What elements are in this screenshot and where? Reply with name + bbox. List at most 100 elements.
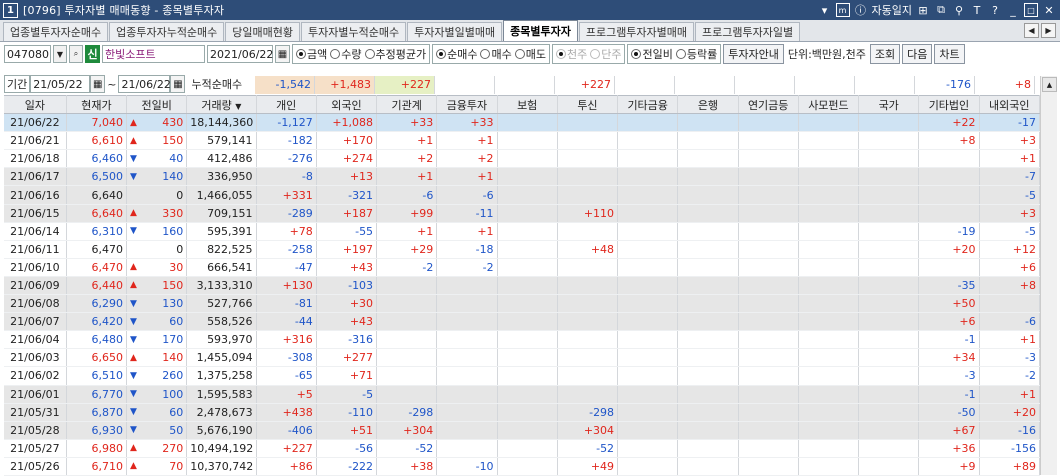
next-button[interactable]: 다음 (902, 44, 933, 64)
table-row[interactable]: 21/06/10 6,470 ▲ 30 666,541 -47 +43 -2 -2 +6 (4, 258, 1041, 277)
link-icon[interactable]: ⊞ (916, 3, 930, 17)
radio-avg-price[interactable]: 추정평균가 (364, 46, 426, 62)
tab-daily-trade[interactable]: 당일매매현황 (225, 22, 301, 41)
stock-code-input[interactable]: 047080 (4, 45, 51, 63)
volume-cell: 3,133,310 (186, 276, 257, 296)
table-row[interactable]: 21/06/08 6,290 ▼ 130 527,766 -81 +30 +50 (4, 294, 1041, 314)
radio-amount[interactable]: 금액 (296, 46, 327, 62)
info-icon[interactable]: ⓘ (854, 3, 868, 17)
column-header[interactable]: 일자 (4, 94, 67, 115)
investor-cell-dom: -5 (979, 185, 1041, 205)
window-icon[interactable]: ⧉ (934, 3, 948, 17)
auto-journal-label[interactable]: 자동일지 (872, 2, 912, 18)
column-header[interactable]: 국가 (858, 94, 920, 115)
query-button[interactable]: 조회 (869, 44, 901, 64)
investor-cell-pf (798, 366, 860, 386)
column-header[interactable]: 사모펀드 (798, 94, 860, 115)
radio-quantity[interactable]: 수량 (330, 46, 362, 62)
investor-cell-bank (677, 167, 739, 187)
tab-program-investor[interactable]: 프로그램투자자별매매 (578, 22, 695, 41)
radio-single-shares[interactable]: 단주 (590, 46, 621, 62)
radio-thousand-shares[interactable]: 천주 (555, 46, 587, 62)
column-header[interactable]: 기관계 (376, 94, 438, 115)
column-header[interactable]: 거래량 ▼ (186, 94, 257, 115)
sort-arrow-icon[interactable]: ▼ (235, 102, 241, 111)
table-row[interactable]: 21/06/04 6,480 ▼ 170 593,970 +316 -316 -1 +1 (4, 330, 1041, 350)
tab-investor-cum[interactable]: 투자자별누적순매수 (301, 22, 407, 41)
column-header[interactable]: 금융투자 (436, 94, 498, 115)
help-icon[interactable]: ? (988, 3, 1002, 17)
investor-cell-tr (557, 276, 619, 296)
calendar-icon[interactable]: ▦ (275, 45, 290, 63)
column-header[interactable]: 전일비 (126, 94, 188, 115)
tab-investor-daily[interactable]: 투자자별일별매매 (407, 22, 503, 41)
date-input[interactable]: 2021/06/22 (207, 45, 273, 63)
table-row[interactable]: 21/06/01 6,770 ▼ 100 1,595,583 +5 -5 -1 +1 (4, 385, 1041, 404)
table-row[interactable]: 21/06/22 7,040 ▲ 430 18,144,360 -1,127 +1,088 +… (4, 113, 1041, 133)
font-icon[interactable]: T (970, 3, 984, 17)
memo-icon[interactable]: m (835, 3, 850, 17)
vertical-scrollbar[interactable]: ▲ (1040, 76, 1057, 475)
radio-net-buy[interactable]: 순매수 (436, 46, 477, 62)
price-cell: 6,510 (66, 366, 128, 386)
investor-cell-pf (798, 131, 860, 151)
down-triangle-icon: ▼ (130, 334, 137, 345)
column-header[interactable]: 연기금등 (738, 94, 799, 115)
table-row[interactable]: 21/06/18 6,460 ▼ 40 412,486 -276 +274 +2 +2 +1 (4, 149, 1041, 169)
radio-rate[interactable]: 등락률 (675, 46, 717, 62)
table-row[interactable]: 21/06/17 6,500 ▼ 140 336,950 -8 +13 +1 +1 -7 (4, 167, 1041, 187)
investor-cell-p: +5 (256, 385, 317, 404)
table-row[interactable]: 21/06/11 6,470 0 822,525 -258 +197 +29 -18 +48 +2… (4, 240, 1041, 259)
table-row[interactable]: 21/05/27 6,980 ▲ 270 10,494,192 +227 -56 -52 -52… (4, 439, 1041, 458)
pin-icon[interactable]: ⚲ (952, 3, 966, 17)
table-row[interactable]: 21/06/07 6,420 ▼ 60 558,526 -44 +43 +6 -6 (4, 312, 1041, 332)
close-icon[interactable]: ✕ (1042, 3, 1056, 17)
column-header[interactable]: 투신 (557, 94, 619, 115)
investor-cell-ins2 (497, 167, 558, 187)
maximize-icon[interactable]: □ (1024, 3, 1038, 17)
investor-cell-p: -406 (256, 421, 317, 440)
column-header[interactable]: 내외국인 (979, 94, 1041, 115)
table-row[interactable]: 21/06/02 6,510 ▼ 260 1,375,258 -65 +71 -3 -2 (4, 366, 1041, 386)
table-row[interactable]: 21/05/31 6,870 ▼ 60 2,478,673 +438 -110 -298 -29… (4, 403, 1041, 422)
table-row[interactable]: 21/06/14 6,310 ▼ 160 595,391 +78 -55 +1 +1 -19 -5 (4, 222, 1041, 241)
investor-guide-button[interactable]: 투자자안내 (723, 44, 784, 64)
tab-stock-investor[interactable]: 종목별투자자 (503, 20, 578, 41)
table-row[interactable]: 21/06/03 6,650 ▲ 140 1,455,094 -308 +277 +34 -3 (4, 348, 1041, 368)
date-cell: 21/06/09 (4, 276, 67, 296)
tab-industry-net[interactable]: 업종별투자자순매수 (3, 22, 109, 41)
table-row[interactable]: 21/06/21 6,610 ▲ 150 579,141 -182 +170 +1 +1 +8 +3 (4, 131, 1041, 151)
dropdown-icon[interactable]: ▾ (818, 3, 832, 17)
tab-program-daily[interactable]: 프로그램투자자일별 (695, 22, 801, 41)
table-row[interactable]: 21/06/15 6,640 ▲ 330 709,151 -289 +187 +99 -11 +1… (4, 204, 1041, 223)
table-row[interactable]: 21/06/16 6,640 0 1,466,055 +331 -321 -6 -6 -5 (4, 185, 1041, 205)
tab-left-icon[interactable]: ◀ (1024, 23, 1039, 38)
scroll-up-icon[interactable]: ▲ (1042, 77, 1057, 92)
tab-industry-cum[interactable]: 업종투자자누적순매수 (109, 22, 225, 41)
radio-prev-diff[interactable]: 전일비 (631, 46, 673, 62)
column-header[interactable]: 은행 (677, 94, 739, 115)
search-icon[interactable]: ⌕ (69, 45, 83, 63)
investor-cell-pf (798, 457, 860, 476)
column-header[interactable]: 외국인 (316, 94, 378, 115)
table-row[interactable]: 21/05/28 6,930 ▼ 50 5,676,190 -406 +51 +304 +304… (4, 421, 1041, 440)
tab-right-icon[interactable]: ▶ (1041, 23, 1056, 38)
radio-sell[interactable]: 매도 (514, 46, 546, 62)
chart-button[interactable]: 차트 (934, 44, 965, 64)
column-header[interactable]: 기타법인 (918, 94, 980, 115)
column-header[interactable]: 현재가 (66, 94, 128, 115)
table-row[interactable]: 21/05/26 6,710 ▲ 70 10,370,742 +86 -222 +38 -10 +… (4, 457, 1041, 476)
down-triangle-icon: ▼ (130, 171, 137, 182)
column-header[interactable]: 기타금융 (617, 94, 679, 115)
window-title: [0796] 투자자별 매매동향 - 종목별투자자 (23, 4, 225, 17)
investor-cell-tr: +48 (557, 240, 619, 259)
radio-buy[interactable]: 매수 (480, 46, 512, 62)
cum-value-p: -1,542 (255, 76, 315, 94)
code-dropdown-icon[interactable]: ▼ (53, 45, 67, 63)
minimize-icon[interactable]: _ (1006, 3, 1020, 17)
table-row[interactable]: 21/06/09 6,440 ▲ 150 3,133,310 +130 -103 -35 +8 (4, 276, 1041, 296)
column-header[interactable]: 보험 (497, 94, 558, 115)
investor-cell-p: +331 (256, 185, 317, 205)
volume-cell: 18,144,360 (186, 113, 257, 133)
column-header[interactable]: 개인 (256, 94, 317, 115)
